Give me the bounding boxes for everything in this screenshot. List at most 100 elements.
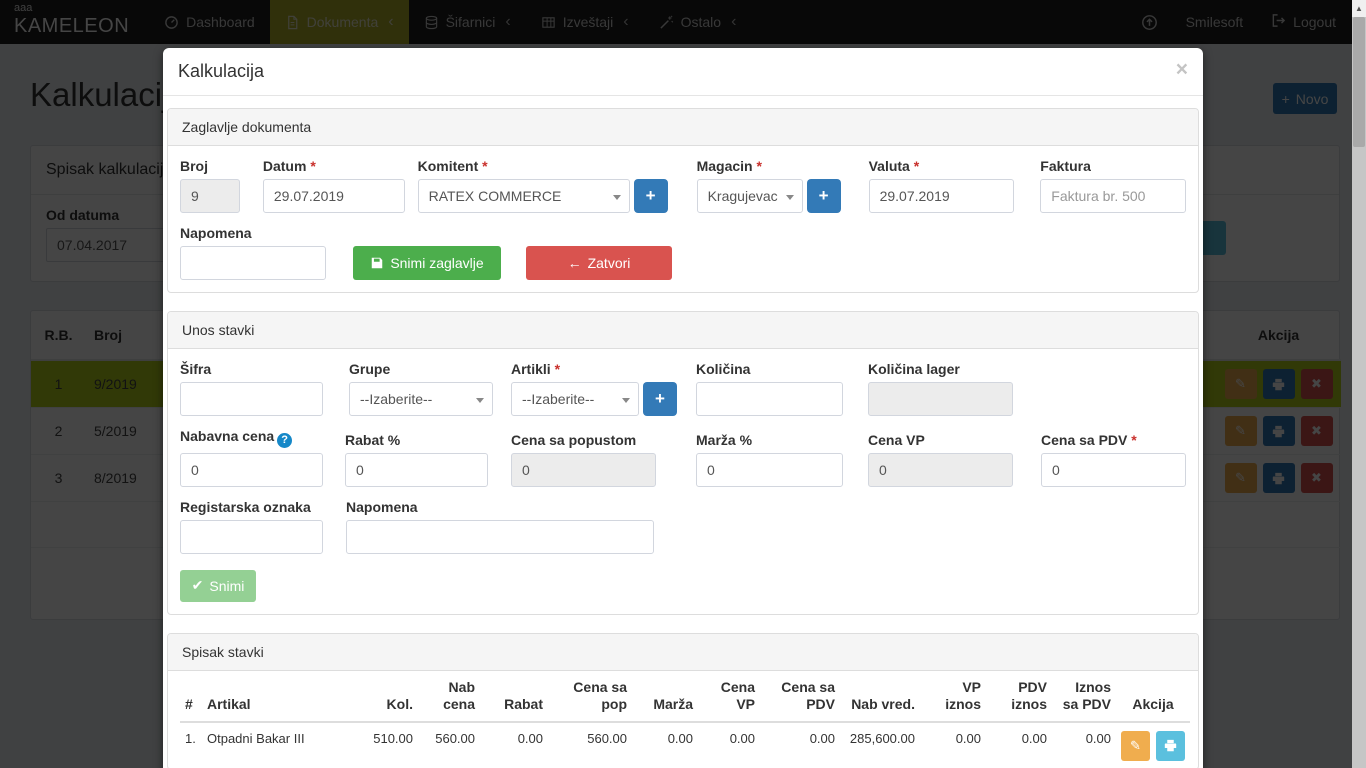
check-icon: ✔ (192, 577, 204, 594)
nabavna-cena-label: Nabavna cena (180, 428, 274, 444)
snimi-zaglavlje-button[interactable]: Snimi zaglavlje (353, 246, 501, 280)
registarska-oznaka-input[interactable] (180, 520, 323, 554)
grupe-value: --Izaberite-- (360, 391, 432, 407)
komitent-value: RATEX COMMERCE (429, 188, 562, 204)
required-asterisk: * (482, 158, 487, 174)
col-nab-cena: Nab cena (418, 671, 480, 722)
col-cena-vp: Cena VP (698, 671, 760, 722)
plus-icon: + (819, 186, 829, 206)
zatvori-label: Zatvori (588, 255, 631, 271)
datum-input[interactable] (263, 179, 405, 213)
required-asterisk: * (914, 158, 919, 174)
kolicina-label: Količina (696, 361, 843, 377)
snimi-stavka-button[interactable]: ✔ Snimi (180, 570, 256, 602)
grupe-select[interactable]: --Izaberite-- (349, 382, 493, 416)
magacin-select[interactable]: Kragujevac (697, 179, 803, 213)
add-komitent-button[interactable]: + (634, 179, 668, 213)
cena-sa-popustom-input (511, 453, 656, 487)
col-pdv-iznos: PDV iznos (986, 671, 1052, 722)
panel-title: Unos stavki (168, 312, 1198, 349)
required-asterisk: * (1131, 432, 1136, 448)
napomena-stavka-input[interactable] (346, 520, 654, 554)
document-header-panel: Zaglavlje dokumenta Broj Datum * Komiten… (167, 108, 1199, 293)
artikli-select[interactable]: --Izaberite-- (511, 382, 639, 416)
screen: aaa KAMELEON Dashboard Dokumenta ‹ Šifar… (0, 0, 1366, 768)
panel-title: Zaglavlje dokumenta (168, 109, 1198, 146)
cell-nab-cena: 560.00 (418, 722, 480, 768)
add-artikal-button[interactable]: + (643, 382, 677, 416)
modal-header: Kalkulacija × (163, 48, 1203, 96)
edit-item-button[interactable]: ✎ (1121, 731, 1150, 761)
sifra-input[interactable] (180, 382, 323, 416)
scrollbar-thumb[interactable] (1353, 17, 1365, 147)
scroll-up-icon[interactable]: ▲ (1352, 0, 1366, 17)
modal-title: Kalkulacija (178, 61, 1188, 82)
cell-nab-vred: 285,600.00 (840, 722, 920, 768)
rabat-label: Rabat % (345, 432, 488, 448)
faktura-label: Faktura (1040, 158, 1186, 174)
faktura-input[interactable] (1040, 179, 1186, 213)
cell-num: 1. (180, 722, 202, 768)
required-asterisk: * (555, 361, 560, 377)
broj-input (180, 179, 240, 213)
komitent-select[interactable]: RATEX COMMERCE (418, 179, 630, 213)
marza-input[interactable] (696, 453, 843, 487)
marza-label: Marža % (696, 432, 843, 448)
scrollbar[interactable]: ▲ (1352, 0, 1366, 768)
col-nab-vred: Nab vred. (840, 671, 920, 722)
close-icon[interactable]: × (1176, 60, 1188, 80)
back-arrow-icon: ← (568, 255, 582, 271)
col-marza: Marža (632, 671, 698, 722)
cell-kol: 510.00 (352, 722, 418, 768)
kolicina-input[interactable] (696, 382, 843, 416)
grupe-label: Grupe (349, 361, 493, 377)
kolicina-lager-input (868, 382, 1013, 416)
col-akcija: Akcija (1116, 671, 1190, 722)
col-iznos-sa-pdv: Iznos sa PDV (1052, 671, 1116, 722)
napomena-stavka-label: Napomena (346, 499, 654, 515)
snimi-zaglavlje-label: Snimi zaglavlje (390, 255, 483, 271)
rabat-input[interactable] (345, 453, 488, 487)
save-icon (370, 256, 384, 270)
add-magacin-button[interactable]: + (807, 179, 841, 213)
select-caret-icon (476, 398, 484, 403)
kolicina-lager-label: Količina lager (868, 361, 1013, 377)
cell-iznos-sa-pdv: 0.00 (1052, 722, 1116, 768)
sifra-label: Šifra (180, 361, 323, 377)
cena-sa-pdv-label: Cena sa PDV (1041, 432, 1127, 448)
print-item-button[interactable] (1156, 731, 1185, 761)
items-table: # Artikal Kol. Nab cena Rabat Cena sa po… (180, 671, 1190, 768)
cell-rabat: 0.00 (480, 722, 548, 768)
magacin-label: Magacin (697, 158, 753, 174)
panel-title: Spisak stavki (168, 634, 1198, 671)
col-rabat: Rabat (480, 671, 548, 722)
cell-artikal: Otpadni Bakar III (202, 722, 352, 768)
valuta-input[interactable] (869, 179, 1015, 213)
valuta-label: Valuta (869, 158, 910, 174)
artikli-label: Artikli (511, 361, 551, 377)
registarska-oznaka-label: Registarska oznaka (180, 499, 323, 515)
kalkulacija-modal: Kalkulacija × Zaglavlje dokumenta Broj D… (163, 48, 1203, 768)
plus-icon: + (646, 186, 656, 206)
broj-label: Broj (180, 158, 240, 174)
items-list-panel: Spisak stavki # Artikal Kol. Nab cena (167, 633, 1199, 768)
cena-vp-input (868, 453, 1013, 487)
cell-cena-vp: 0.00 (698, 722, 760, 768)
col-num: # (180, 671, 202, 722)
cell-marza: 0.00 (632, 722, 698, 768)
artikli-value: --Izaberite-- (522, 391, 594, 407)
item-row: 1. Otpadni Bakar III 510.00 560.00 0.00 … (180, 722, 1190, 768)
napomena-label: Napomena (180, 225, 326, 241)
question-circle-icon[interactable]: ? (277, 433, 292, 448)
cell-pdv-iznos: 0.00 (986, 722, 1052, 768)
pencil-icon: ✎ (1130, 738, 1141, 754)
cell-vp-iznos: 0.00 (920, 722, 986, 768)
zatvori-button[interactable]: ← Zatvori (526, 246, 672, 280)
cena-sa-pdv-input[interactable] (1041, 453, 1186, 487)
required-asterisk: * (310, 158, 315, 174)
printer-icon (1164, 739, 1177, 752)
plus-icon: + (655, 389, 665, 409)
napomena-input[interactable] (180, 246, 326, 280)
nabavna-cena-input[interactable] (180, 453, 323, 487)
select-caret-icon (613, 195, 621, 200)
